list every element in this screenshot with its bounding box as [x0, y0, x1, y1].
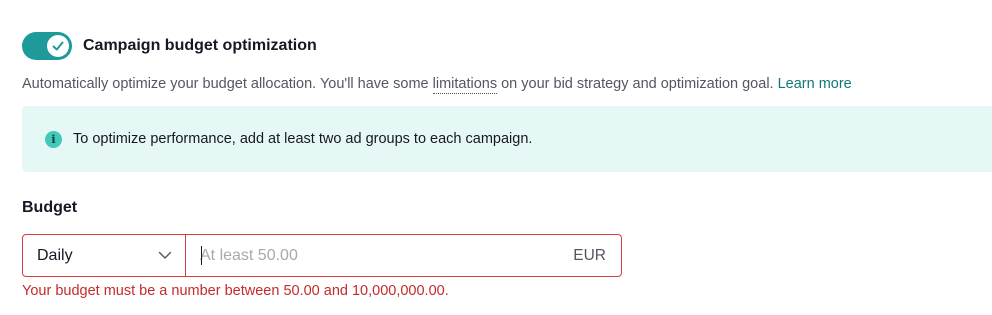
cbo-toggle-label: Campaign budget optimization	[83, 37, 317, 54]
budget-type-value: Daily	[37, 246, 73, 264]
cbo-toggle-row: Campaign budget optimization	[22, 32, 317, 60]
toggle-knob	[47, 35, 69, 57]
limitations-tooltip-link[interactable]: limitations	[432, 76, 498, 94]
checkmark-icon	[52, 41, 64, 51]
text-cursor	[201, 246, 202, 265]
budget-field-group: Daily EUR	[22, 234, 622, 277]
learn-more-link[interactable]: Learn more	[778, 76, 852, 92]
budget-amount-wrapper: EUR	[186, 235, 621, 276]
cbo-description-text-2: on your bid strategy and optimization go…	[497, 76, 778, 92]
budget-error-message: Your budget must be a number between 50.…	[22, 283, 449, 299]
info-banner-text: To optimize performance, add at least tw…	[73, 131, 533, 147]
currency-label: EUR	[573, 246, 606, 264]
info-icon: i	[45, 130, 62, 148]
budget-type-select[interactable]: Daily	[23, 235, 186, 276]
cbo-description: Automatically optimize your budget alloc…	[22, 76, 852, 94]
cbo-description-text: Automatically optimize your budget alloc…	[22, 76, 433, 92]
info-banner: i To optimize performance, add at least …	[22, 106, 992, 172]
chevron-down-icon	[158, 251, 172, 259]
budget-amount-input[interactable]	[200, 246, 574, 265]
budget-label: Budget	[22, 199, 78, 216]
cbo-toggle[interactable]	[22, 32, 72, 60]
